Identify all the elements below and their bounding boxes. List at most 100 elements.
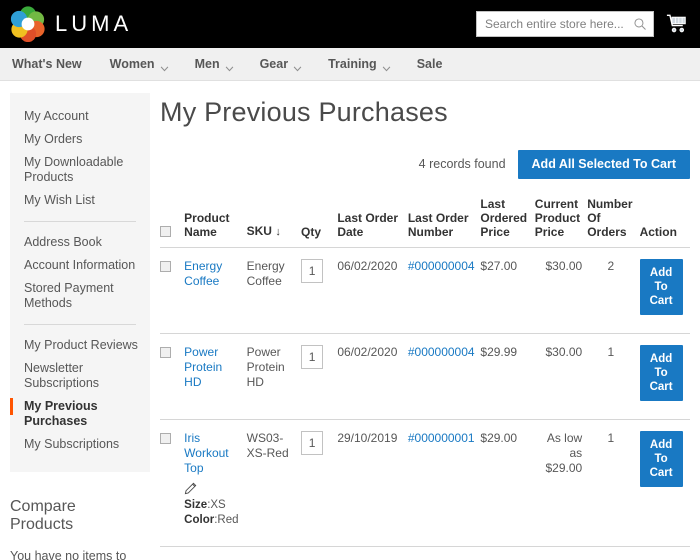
pencil-edit-icon[interactable] (184, 482, 197, 495)
qty-input[interactable] (301, 344, 324, 369)
luma-pinwheel-logo-icon (10, 6, 46, 42)
table-toolbar: 4 records found Add All Selected To Cart (160, 150, 700, 179)
nav-label: What's New (12, 57, 82, 71)
brand-name: LUMA (55, 11, 133, 36)
nav-label: Gear (259, 57, 289, 71)
order-number-link[interactable]: #000000001 (408, 431, 475, 445)
option-color-value: Red (217, 513, 239, 526)
table-row: Power Protein HD Power Protein HD 06/02/… (160, 333, 690, 420)
th-sku[interactable]: SKU ↓ (246, 192, 302, 248)
sidebar-item-newsletter-subscriptions[interactable]: Newsletter Subscriptions (10, 357, 150, 395)
add-to-cart-button[interactable]: Add To Cart (639, 344, 683, 401)
cell-last-order-date: 06/02/2020 (337, 333, 408, 420)
main-content: My Previous Purchases 4 records found Ad… (150, 81, 700, 559)
cell-product-name: Power Protein HD (184, 333, 247, 420)
sidebar-item-my-account[interactable]: My Account (10, 105, 150, 128)
order-number-link[interactable]: #000000004 (408, 259, 475, 273)
cell-last-ordered-price: $29.99 (480, 333, 535, 420)
add-to-cart-button[interactable]: Add To Cart (639, 430, 683, 487)
compare-products-title: Compare Products (10, 498, 76, 533)
sidebar-item-my-previous-purchases[interactable]: My Previous Purchases (10, 395, 150, 433)
order-number-link[interactable]: #000000004 (408, 345, 475, 359)
th-select-all (160, 192, 185, 248)
sidebar-item-my-orders[interactable]: My Orders (10, 128, 150, 151)
sidebar-item-my-product-reviews[interactable]: My Product Reviews (10, 334, 150, 357)
th-last-order-date: Last Order Date (337, 192, 408, 248)
nav-item-training[interactable]: Training (328, 57, 405, 72)
account-nav: My Account My Orders My Downloadable Pro… (10, 93, 150, 472)
page-body: My Account My Orders My Downloadable Pro… (0, 81, 700, 560)
nav-item-women[interactable]: Women (109, 57, 183, 72)
option-size: Size:XS (184, 498, 226, 511)
compare-products-block: Compare Products You have no items to co… (10, 498, 150, 560)
header-right-tools (476, 11, 688, 37)
records-found-label: 4 records found (418, 157, 506, 172)
cell-qty (301, 333, 338, 420)
chevron-down-icon (382, 61, 391, 72)
sidebar-item-stored-payment-methods[interactable]: Stored Payment Methods (10, 277, 150, 315)
nav-item-men[interactable]: Men (195, 57, 248, 72)
qty-input[interactable] (301, 258, 324, 283)
page-title: My Previous Purchases (160, 97, 448, 127)
th-product-name: Product Name (184, 192, 247, 248)
table-footer-actions: Add All Selected To Cart (160, 547, 700, 560)
nav-item-gear[interactable]: Gear (259, 57, 317, 72)
cell-last-order-date: 29/10/2019 (337, 419, 408, 547)
add-all-selected-to-cart-button-top[interactable]: Add All Selected To Cart (517, 150, 690, 179)
sidebar-divider (24, 221, 136, 222)
add-to-cart-button[interactable]: Add To Cart (639, 258, 683, 315)
table-row: Energy Coffee Energy Coffee 06/02/2020 #… (160, 247, 690, 334)
product-name-link[interactable]: Power Protein HD (184, 345, 222, 389)
th-action: Action (639, 192, 690, 248)
shopping-cart-icon[interactable] (666, 13, 688, 35)
row-checkbox[interactable] (160, 432, 171, 444)
cell-action: Add To Cart (639, 419, 690, 547)
search-icon[interactable] (633, 17, 647, 31)
cell-action: Add To Cart (639, 333, 690, 420)
sort-descending-icon: ↓ (275, 225, 281, 238)
search-input[interactable] (485, 17, 633, 31)
sidebar-item-my-subscriptions[interactable]: My Subscriptions (10, 433, 150, 456)
cell-last-order-number: #000000004 (407, 333, 481, 420)
option-color: Color:Red (184, 513, 239, 526)
th-last-ordered-price: Last Ordered Price (480, 192, 535, 248)
cell-number-of-orders: 1 (587, 419, 640, 547)
sidebar-group-2: Address Book Account Information Stored … (10, 231, 150, 315)
sidebar-item-account-information[interactable]: Account Information (10, 254, 150, 277)
cell-last-order-date: 06/02/2020 (337, 247, 408, 334)
row-checkbox[interactable] (160, 346, 171, 358)
cell-sku: WS03-XS-Red (246, 419, 302, 547)
sidebar-item-address-book[interactable]: Address Book (10, 231, 150, 254)
option-size-label: Size (184, 498, 208, 511)
cell-number-of-orders: 2 (587, 247, 640, 334)
table-head: Product Name SKU ↓ Qty Last Order Date L… (160, 192, 690, 248)
cell-action: Add To Cart (639, 247, 690, 334)
th-current-product-price: Current Product Price (534, 192, 588, 248)
previous-purchases-table: Product Name SKU ↓ Qty Last Order Date L… (160, 192, 690, 547)
account-sidebar: My Account My Orders My Downloadable Pro… (0, 81, 150, 560)
nav-item-whats-new[interactable]: What's New (12, 57, 96, 71)
search-box[interactable] (476, 11, 654, 37)
chevron-down-icon (225, 61, 234, 72)
product-name-link[interactable]: Iris Workout Top (184, 431, 228, 475)
cell-current-product-price: $30.00 (534, 333, 588, 420)
sidebar-divider (24, 324, 136, 325)
cell-last-order-number: #000000001 (407, 419, 481, 547)
row-checkbox[interactable] (160, 260, 171, 272)
chevron-down-icon (293, 61, 302, 72)
nav-item-sale[interactable]: Sale (417, 57, 457, 71)
row-select-cell (160, 247, 185, 334)
site-logo[interactable]: LUMA (10, 6, 132, 42)
select-all-checkbox[interactable] (160, 225, 171, 237)
product-name-link[interactable]: Energy Coffee (184, 259, 222, 288)
sidebar-item-my-wish-list[interactable]: My Wish List (10, 189, 150, 212)
cell-sku: Energy Coffee (246, 247, 302, 334)
sidebar-group-3: My Product Reviews Newsletter Subscripti… (10, 334, 150, 456)
cell-last-ordered-price: $27.00 (480, 247, 535, 334)
sidebar-item-my-downloadable-products[interactable]: My Downloadable Products (10, 151, 150, 189)
cell-current-product-price: As low as $29.00 (534, 419, 588, 547)
table-row: Iris Workout Top Size:XS Color:Red WS03-… (160, 419, 690, 547)
qty-input[interactable] (301, 430, 324, 455)
nav-label: Women (109, 57, 155, 71)
cell-current-product-price: $30.00 (534, 247, 588, 334)
